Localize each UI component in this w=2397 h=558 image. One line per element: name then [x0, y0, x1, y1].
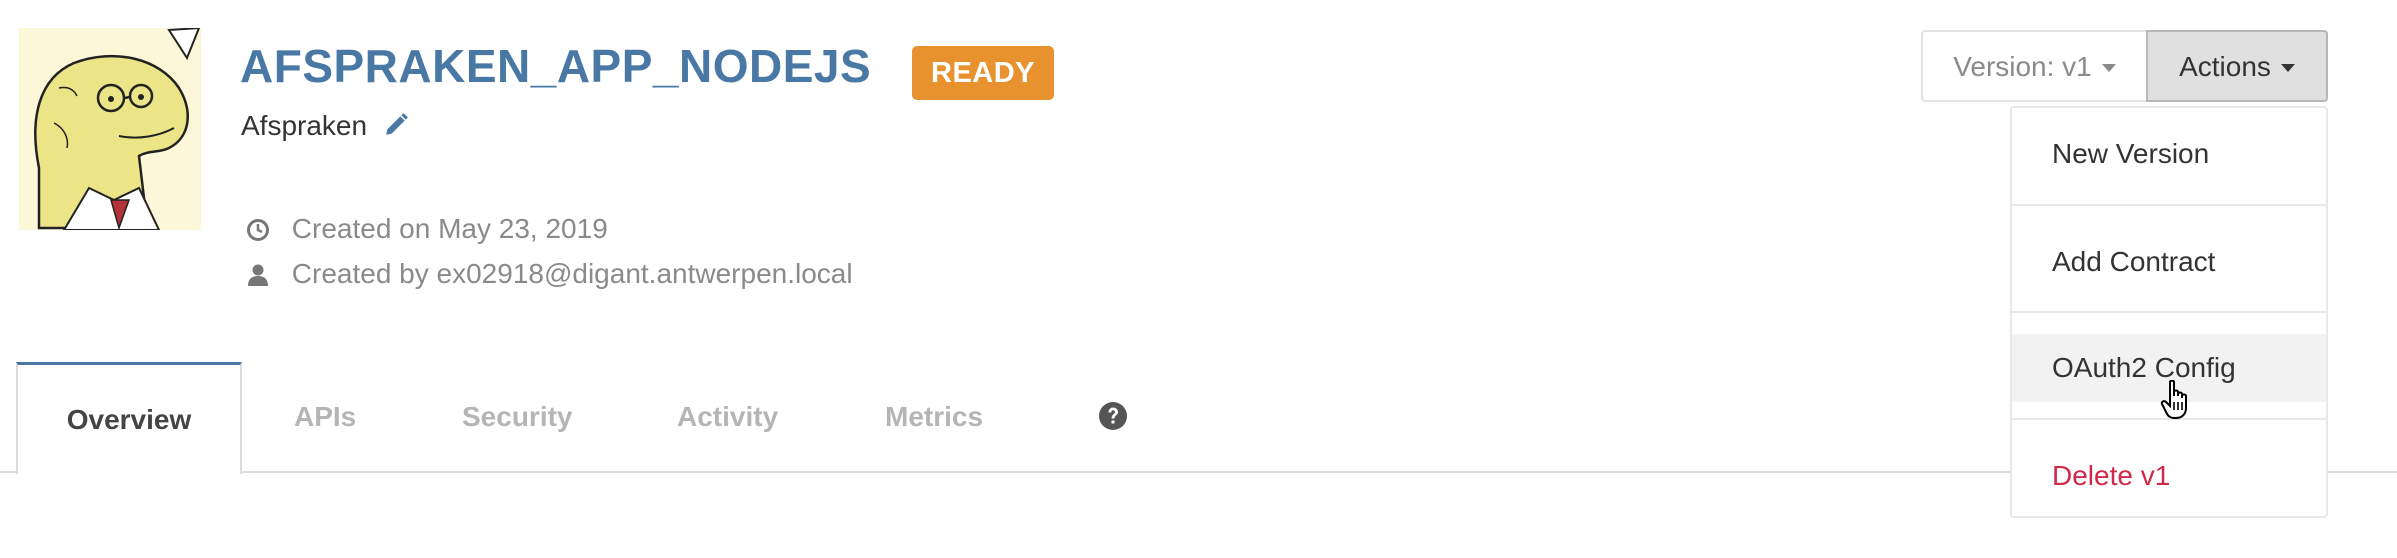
edit-pencil-icon[interactable] [375, 110, 409, 141]
created-by-row: Created by ex02918@digant.antwerpen.loca… [246, 256, 853, 292]
created-on-text: Created on May 23, 2019 [291, 213, 608, 244]
menu-item-new-version-row[interactable]: New Version [2012, 120, 2326, 188]
menu-item-label: Add Contract [2052, 246, 2216, 277]
tab-label: Metrics [885, 401, 984, 432]
tab-label: APIs [294, 401, 357, 432]
status-badge: READY [912, 46, 1055, 100]
caret-down-icon [2101, 64, 2116, 72]
tab-label: Activity [677, 401, 779, 432]
tab-label: Security [462, 401, 573, 432]
menu-divider [2012, 204, 2326, 206]
created-on-row: Created on May 23, 2019 [246, 211, 608, 247]
menu-item-add-contract[interactable]: Add Contract [2012, 228, 2326, 296]
hand-cursor-icon [2160, 379, 2194, 425]
tab-overview[interactable]: Overview [16, 362, 242, 474]
actions-label: Actions [2179, 51, 2271, 82]
version-dropdown-button[interactable]: Version: v1 [1921, 30, 2148, 102]
tab-security[interactable]: Security [462, 362, 573, 472]
tab-label: Overview [66, 404, 192, 435]
app-description-text: Afspraken [241, 110, 368, 141]
tab-metrics[interactable]: Metrics [885, 362, 983, 472]
menu-item-delete-version[interactable]: Delete v1 [2012, 442, 2326, 510]
actions-menu: New Version Add Contract OAuth2 Config D… [2010, 106, 2328, 518]
help-icon [1098, 401, 1128, 432]
actions-dropdown-button[interactable]: Actions [2146, 30, 2328, 102]
menu-item-label: OAuth2 Config [2052, 352, 2236, 383]
tab-activity[interactable]: Activity [677, 362, 778, 472]
app-title: AFSPRAKEN_APP_NODEJS [240, 40, 872, 92]
app-description: Afspraken [241, 108, 409, 144]
app-avatar [19, 26, 201, 231]
menu-item-label: Delete v1 [2052, 460, 2171, 491]
version-label: Version: v1 [1953, 51, 2092, 82]
tab-help[interactable] [1098, 362, 1128, 472]
menu-item-label: New Version [2052, 138, 2210, 169]
user-icon [246, 258, 292, 289]
created-by-text: Created by ex02918@digant.antwerpen.loca… [291, 258, 853, 289]
tab-apis[interactable]: APIs [294, 362, 356, 472]
clock-icon [246, 213, 292, 244]
caret-down-icon [2280, 64, 2295, 72]
menu-divider [2012, 311, 2326, 313]
